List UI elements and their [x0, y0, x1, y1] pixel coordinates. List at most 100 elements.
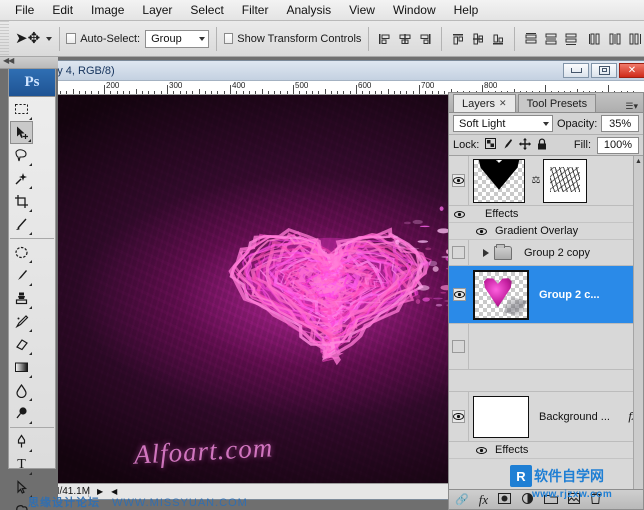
align-vertical-centers-icon[interactable]	[469, 29, 487, 49]
table-row[interactable]: Group 2 c...	[449, 266, 643, 324]
brush-tool-icon[interactable]	[10, 264, 33, 287]
tool-preset-chevron-down-icon[interactable]	[45, 36, 52, 41]
table-row[interactable]: Background ... fx	[449, 392, 643, 442]
distribute-left-edges-icon[interactable]	[586, 29, 604, 49]
ruler-tick	[160, 91, 162, 94]
ruler-tick	[387, 89, 389, 94]
list-item[interactable]	[449, 370, 643, 392]
menu-item-filter[interactable]: Filter	[233, 1, 278, 19]
path-selection-tool-icon[interactable]	[10, 476, 33, 499]
delete-layer-icon[interactable]	[590, 492, 601, 507]
lock-transparent-pixels-icon[interactable]	[485, 138, 497, 152]
status-chevron-left-icon[interactable]: ◀	[111, 487, 117, 496]
list-item[interactable]: Effects	[449, 206, 643, 223]
auto-select-dropdown[interactable]: Group	[145, 29, 209, 48]
tab-tool-presets[interactable]: Tool Presets	[517, 94, 597, 112]
shape-tool-icon[interactable]	[10, 499, 33, 510]
align-left-edges-icon[interactable]	[376, 29, 394, 49]
layer-visibility-toggle[interactable]	[449, 156, 469, 205]
lock-position-icon[interactable]	[519, 137, 532, 153]
tab-layers[interactable]: Layers ✕	[453, 94, 516, 112]
list-item[interactable]: Effects	[449, 442, 643, 459]
gradient-tool-icon[interactable]	[10, 356, 33, 379]
menu-item-window[interactable]: Window	[384, 1, 445, 19]
list-item[interactable]	[449, 324, 643, 370]
layer-visibility-toggle[interactable]	[449, 324, 469, 369]
document-title-bar[interactable]: opy 4, RGB/8) ✕	[37, 61, 644, 81]
layer-thumbnail[interactable]	[473, 395, 529, 438]
menu-item-layer[interactable]: Layer	[133, 1, 181, 19]
group-label: Group 2 copy	[524, 246, 591, 259]
menu-item-help[interactable]: Help	[445, 1, 488, 19]
minimize-button[interactable]	[563, 63, 589, 78]
distribute-top-edges-icon[interactable]	[522, 29, 540, 49]
history-brush-tool-icon[interactable]	[10, 310, 33, 333]
layer-mask-thumbnail[interactable]	[543, 158, 587, 203]
align-right-edges-icon[interactable]	[416, 29, 434, 49]
clone-stamp-tool-icon[interactable]	[10, 287, 33, 310]
close-icon[interactable]: ✕	[499, 98, 507, 109]
gradient-overlay-visibility-toggle[interactable]	[449, 223, 489, 239]
healing-brush-tool-icon[interactable]	[10, 241, 33, 264]
auto-select-checkbox[interactable]	[66, 33, 77, 44]
effects-visibility-toggle[interactable]	[449, 442, 489, 458]
marquee-tool-icon[interactable]	[10, 98, 33, 121]
fill-input[interactable]: 100%	[597, 136, 639, 154]
menu-item-file[interactable]: File	[6, 1, 43, 19]
table-row[interactable]: Group 2 copy	[449, 240, 643, 266]
panel-scrollbar[interactable]: ▲	[633, 156, 643, 489]
menu-item-analysis[interactable]: Analysis	[277, 1, 340, 19]
new-group-icon[interactable]	[544, 493, 559, 507]
eraser-tool-icon[interactable]	[10, 333, 33, 356]
show-transform-controls-checkbox[interactable]	[223, 33, 234, 44]
effects-visibility-toggle[interactable]	[449, 206, 469, 222]
options-bar-grip[interactable]	[0, 21, 9, 56]
add-layer-mask-icon[interactable]	[498, 492, 512, 507]
move-tool-icon[interactable]	[10, 121, 33, 144]
panel-menu-icon[interactable]: ☰▾	[620, 101, 643, 112]
layer-list[interactable]: ⚖ Effects Gradient Overlay Group 2 copy …	[449, 156, 643, 489]
layer-visibility-toggle[interactable]	[449, 266, 469, 323]
scroll-up-icon[interactable]: ▲	[634, 156, 643, 166]
crop-tool-icon[interactable]	[10, 190, 33, 213]
layer-thumbnail[interactable]	[473, 269, 529, 320]
list-item[interactable]: Gradient Overlay	[449, 223, 643, 240]
close-button[interactable]: ✕	[619, 63, 644, 78]
menu-item-image[interactable]: Image	[82, 1, 133, 19]
move-tool-icon[interactable]: ➤✥	[15, 26, 41, 52]
lasso-tool-icon[interactable]	[10, 144, 33, 167]
layer-thumbnail[interactable]	[473, 158, 525, 203]
magic-wand-tool-icon[interactable]	[10, 167, 33, 190]
align-horizontal-centers-icon[interactable]	[396, 29, 414, 49]
maximize-button[interactable]	[591, 63, 617, 78]
distribute-horizontal-centers-icon[interactable]	[606, 29, 624, 49]
type-tool-icon[interactable]: T	[10, 453, 33, 476]
new-layer-icon[interactable]	[568, 492, 581, 507]
distribute-vertical-centers-icon[interactable]	[542, 29, 560, 49]
link-layers-icon[interactable]: 🔗	[455, 493, 469, 506]
blend-mode-dropdown[interactable]: Soft Light	[453, 115, 553, 132]
align-top-edges-icon[interactable]	[449, 29, 467, 49]
align-bottom-edges-icon[interactable]	[489, 29, 507, 49]
opacity-input[interactable]: 35%	[601, 115, 639, 132]
chevron-right-icon[interactable]	[483, 248, 489, 257]
new-adjustment-layer-icon[interactable]	[521, 492, 534, 507]
lock-all-icon[interactable]	[537, 138, 547, 153]
distribute-right-edges-icon[interactable]	[626, 29, 644, 49]
table-row[interactable]: ⚖	[449, 156, 643, 206]
group-visibility-toggle[interactable]	[449, 240, 469, 265]
menu-item-select[interactable]: Select	[181, 1, 232, 19]
mask-link-icon[interactable]: ⚖	[531, 175, 541, 186]
lock-image-pixels-icon[interactable]	[502, 138, 513, 153]
dodge-tool-icon[interactable]	[10, 402, 33, 425]
add-layer-style-icon[interactable]: fx	[479, 492, 488, 508]
toolbox-collapse-handle[interactable]	[0, 56, 58, 69]
blur-tool-icon[interactable]	[10, 379, 33, 402]
menu-item-edit[interactable]: Edit	[43, 1, 82, 19]
distribute-bottom-edges-icon[interactable]	[562, 29, 580, 49]
slice-tool-icon[interactable]	[10, 213, 33, 236]
menu-item-view[interactable]: View	[340, 1, 384, 19]
pen-tool-icon[interactable]	[10, 430, 33, 453]
play-icon[interactable]: ▶	[97, 487, 103, 496]
background-visibility-toggle[interactable]	[449, 392, 469, 441]
